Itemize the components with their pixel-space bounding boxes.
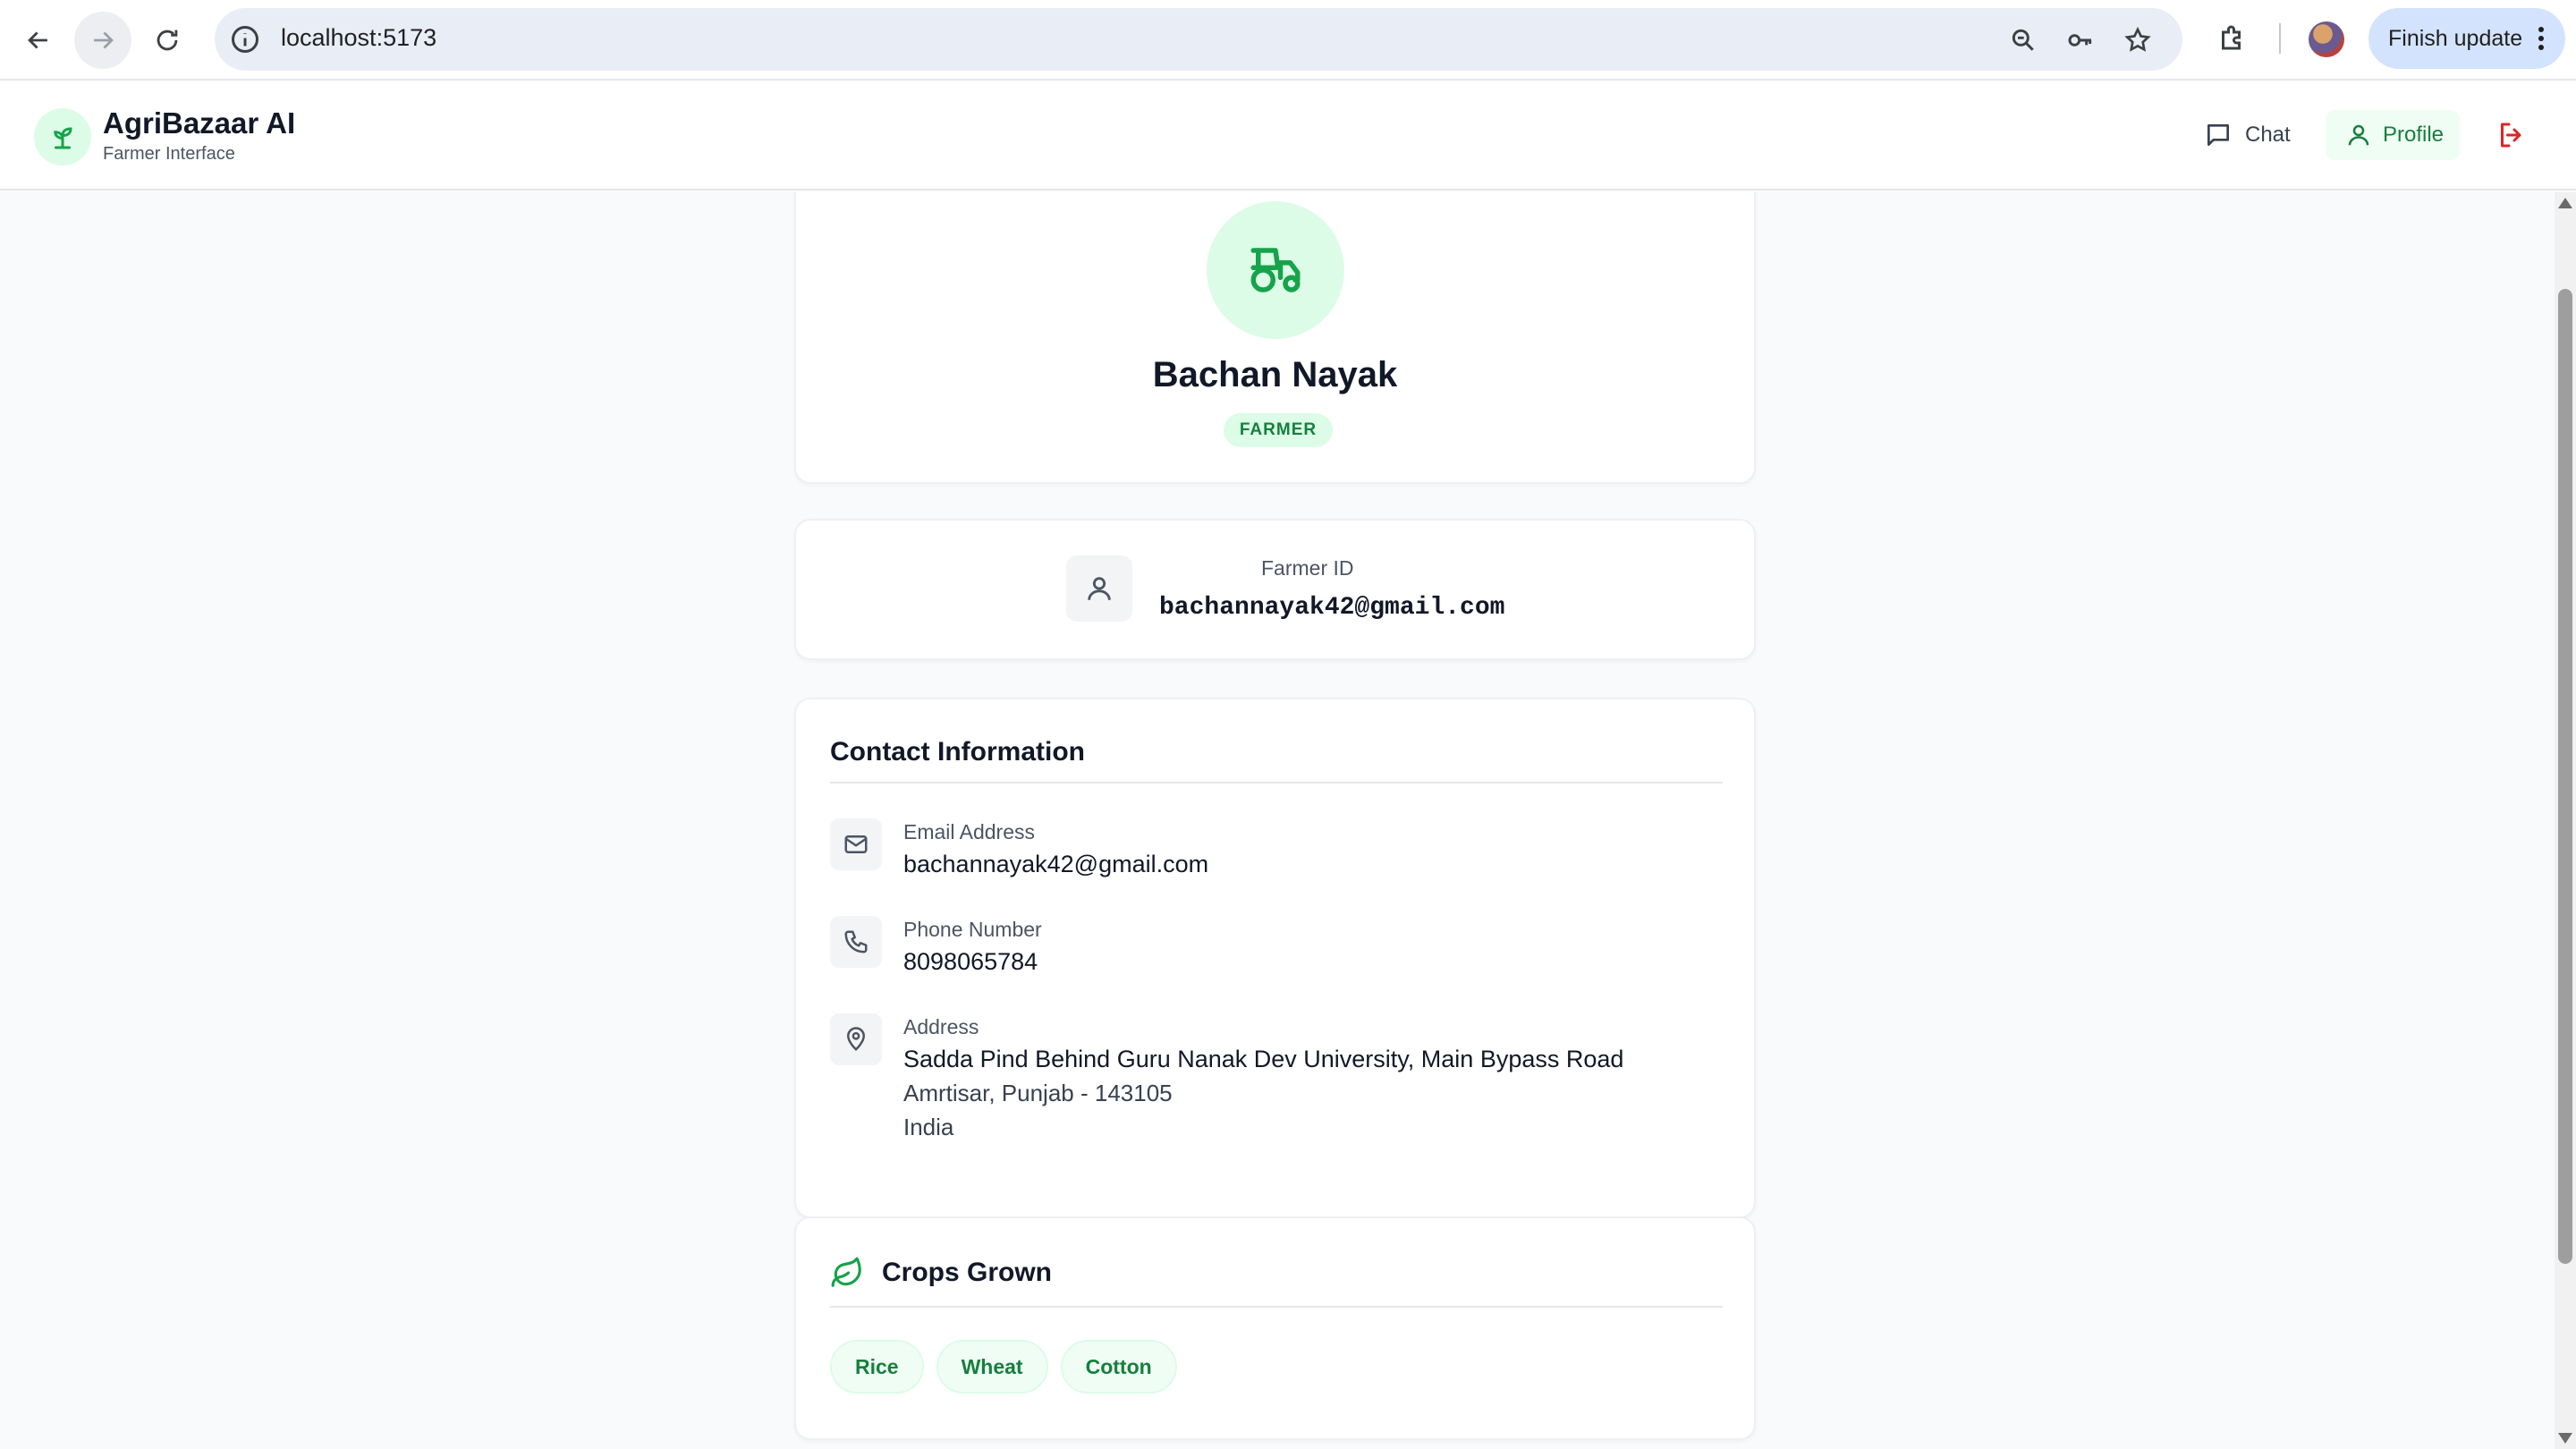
profile-avatar [1207,201,1344,339]
leaf-icon [831,1257,861,1287]
crops-section-title: Crops Grown [882,1258,1053,1287]
role-badge: FARMER [1224,413,1333,447]
back-button[interactable] [10,12,67,69]
scroll-down-arrow[interactable] [2558,1433,2572,1444]
toolbar-divider [2279,23,2281,54]
page-scrollbar[interactable] [2555,192,2576,1449]
profile-nav-button[interactable]: Profile [2326,110,2460,160]
forward-button[interactable] [74,12,131,69]
app-header: AgriBazaar AI Farmer Interface Chat Prof… [0,81,2576,191]
logout-icon[interactable] [2496,119,2528,151]
phone-value: 8098065784 [903,948,1038,975]
finish-update-button[interactable]: Finish update [2368,8,2565,69]
crop-chip: Cotton [1060,1340,1177,1394]
profile-name: Bachan Nayak [1152,355,1398,394]
farmer-id-label: Farmer ID [1261,556,1354,580]
phone-icon-box [830,916,882,968]
user-icon [2348,124,2369,146]
address-bar[interactable]: localhost:5173 [215,8,2182,71]
crop-chip: Rice [830,1340,924,1394]
chat-label: Chat [2245,123,2291,147]
scroll-thumb[interactable] [2558,289,2572,1264]
arrow-right-icon [94,31,114,49]
address-line-1: Sadda Pind Behind Guru Nanak Dev Univers… [903,1046,1624,1072]
more-vert-icon [2538,27,2544,50]
farmer-id-icon-box [1066,555,1132,622]
phone-label: Phone Number [903,918,1042,941]
user-icon [1088,577,1111,600]
section-divider [830,1306,1723,1308]
mail-icon [844,835,868,853]
brand-subtitle: Farmer Interface [103,144,235,164]
tractor-icon [1250,248,1301,292]
address-icon-box [830,1013,882,1065]
message-square-icon [2207,124,2229,146]
site-info-icon[interactable] [229,23,261,55]
chat-nav-button[interactable]: Chat [2190,110,2305,160]
sprout-icon [54,127,72,149]
browser-profile-avatar[interactable] [2309,21,2344,57]
key-icon[interactable] [2066,26,2095,55]
email-value: bachannayak42@gmail.com [903,851,1209,877]
section-divider [830,782,1723,784]
arrow-left-icon [28,31,47,49]
farmer-id-card: Farmer ID bachannayak42@gmail.com [794,519,1756,660]
profile-hero-card: Bachan Nayak FARMER [794,192,1756,484]
address-label: Address [903,1015,979,1038]
browser-toolbar: localhost:5173 Finish update [0,0,2576,80]
scroll-up-arrow[interactable] [2558,198,2572,208]
main-content: Bachan Nayak FARMER Farmer ID bachannaya… [0,192,2555,1449]
email-icon-box [830,818,882,870]
phone-icon [844,930,868,953]
map-pin-icon [846,1027,866,1051]
crop-chip: Wheat [936,1340,1048,1394]
star-icon[interactable] [2123,26,2152,55]
zoom-icon[interactable] [2009,26,2038,55]
brand-logo[interactable] [34,108,91,165]
address-line-2: Amrtisar, Punjab - 143105 [903,1080,1173,1106]
finish-update-label: Finish update [2388,25,2523,51]
reload-button[interactable] [139,12,196,69]
contact-info-card: Contact Information Email Address bachan… [794,698,1756,1218]
address-line-3: India [903,1114,954,1140]
extensions-icon[interactable] [2216,21,2249,54]
profile-label: Profile [2383,123,2445,147]
brand-title: AgriBazaar AI [103,106,296,140]
crops-grown-card: Crops Grown Rice Wheat Cotton [794,1216,1756,1440]
crop-chip-list: Rice Wheat Cotton [830,1340,1177,1394]
farmer-id-value: bachannayak42@gmail.com [1159,594,1505,622]
contact-section-title: Contact Information [830,737,1085,767]
reload-icon [157,30,178,51]
url-text[interactable]: localhost:5173 [281,24,436,52]
email-label: Email Address [903,820,1036,843]
